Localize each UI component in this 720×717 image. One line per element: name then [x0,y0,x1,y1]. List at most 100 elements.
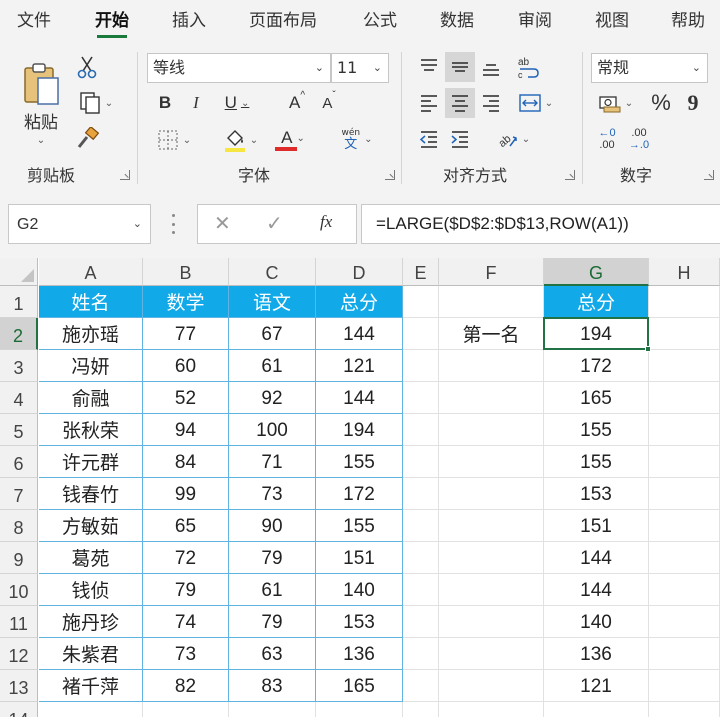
table-cell[interactable]: 151 [316,542,403,574]
align-left-button[interactable] [414,88,444,118]
row-header-14[interactable]: 14 [0,702,38,717]
align-top-button[interactable] [414,52,444,82]
cell-e9[interactable] [403,542,439,574]
cut-button[interactable] [72,52,102,82]
table-header-cell[interactable]: 语文 [229,286,316,318]
row-header-8[interactable]: 8 [0,510,38,542]
cell-f1[interactable] [439,286,544,318]
cell-f8[interactable] [439,510,544,542]
column-header-f[interactable]: F [439,258,544,286]
table-cell[interactable]: 79 [143,574,229,606]
result-cell[interactable]: 155 [544,446,649,478]
column-header-h[interactable]: H [649,258,720,286]
table-cell[interactable]: 褚千萍 [39,670,143,702]
table-cell[interactable]: 144 [316,382,403,414]
column-header-c[interactable]: C [229,258,316,286]
column-header-b[interactable]: B [143,258,229,286]
table-cell[interactable]: 79 [229,606,316,638]
cell-e12[interactable] [403,638,439,670]
row-header-6[interactable]: 6 [0,446,38,478]
cell-f9[interactable] [439,542,544,574]
table-cell[interactable]: 84 [143,446,229,478]
table-cell[interactable]: 92 [229,382,316,414]
align-middle-button[interactable] [445,52,475,82]
cell-h1[interactable] [649,286,720,318]
bold-button[interactable]: B [152,90,178,116]
cell-e8[interactable] [403,510,439,542]
result-cell[interactable]: 151 [544,510,649,542]
table-cell[interactable]: 钱侦 [39,574,143,606]
cell-e5[interactable] [403,414,439,446]
result-cell[interactable]: 172 [544,350,649,382]
table-cell[interactable]: 冯妍 [39,350,143,382]
cell-e7[interactable] [403,478,439,510]
row-header-7[interactable]: 7 [0,478,38,510]
tab-review[interactable]: 审阅 [518,0,552,40]
decrease-decimal-button[interactable]: .00 →.0 [624,124,654,154]
table-cell[interactable]: 52 [143,382,229,414]
decrease-indent-button[interactable] [414,124,444,154]
cell-f4[interactable] [439,382,544,414]
cell-h7[interactable] [649,478,720,510]
table-cell[interactable]: 张秋荣 [39,414,143,446]
table-cell[interactable]: 100 [229,414,316,446]
tab-file[interactable]: 文件 [17,0,51,40]
result-cell[interactable]: 153 [544,478,649,510]
row-header-2[interactable]: 2 [0,318,38,350]
table-cell[interactable]: 60 [143,350,229,382]
cell-b14[interactable] [143,702,229,717]
row-header-3[interactable]: 3 [0,350,38,382]
cell-e1[interactable] [403,286,439,318]
result-cell[interactable]: 136 [544,638,649,670]
copy-button[interactable]: ⌄ [72,88,120,118]
table-cell[interactable]: 74 [143,606,229,638]
cell-h2[interactable] [649,318,720,350]
formula-input[interactable]: =LARGE($D$2:$D$13,ROW(A1)) [361,204,720,244]
table-cell[interactable]: 77 [143,318,229,350]
table-cell[interactable]: 朱紫君 [39,638,143,670]
cell-h9[interactable] [649,542,720,574]
tab-help[interactable]: 帮助 [671,0,705,40]
table-header-cell[interactable]: 姓名 [39,286,143,318]
increase-indent-button[interactable] [445,124,475,154]
italic-button[interactable]: I [183,90,209,116]
table-cell[interactable]: 94 [143,414,229,446]
table-cell[interactable]: 140 [316,574,403,606]
column-header-e[interactable]: E [403,258,439,286]
table-cell[interactable]: 73 [229,478,316,510]
cell-e4[interactable] [403,382,439,414]
tab-data[interactable]: 数据 [440,0,474,40]
cell-e11[interactable] [403,606,439,638]
cell-f7[interactable] [439,478,544,510]
table-cell[interactable]: 99 [143,478,229,510]
table-cell[interactable]: 121 [316,350,403,382]
cell-g14[interactable] [544,702,649,717]
row-header-5[interactable]: 5 [0,414,38,446]
row-header-10[interactable]: 10 [0,574,38,606]
name-box[interactable]: G2 ⌄ [8,204,151,244]
table-cell[interactable]: 63 [229,638,316,670]
insert-function-icon[interactable]: fx [320,212,332,232]
clipboard-launcher-icon[interactable] [120,170,130,180]
table-cell[interactable]: 82 [143,670,229,702]
cell-e3[interactable] [403,350,439,382]
cell-h13[interactable] [649,670,720,702]
table-header-cell[interactable]: 数学 [143,286,229,318]
number-format-select[interactable]: 常规 ⌄ [591,53,708,83]
decrease-font-size-button[interactable]: Aˇ [316,90,342,116]
phonetic-guide-button[interactable]: wén 文 ⌄ [334,124,380,154]
tab-insert[interactable]: 插入 [172,0,206,40]
table-cell[interactable]: 194 [316,414,403,446]
cancel-icon[interactable]: ✕ [214,211,231,235]
table-cell[interactable]: 钱春竹 [39,478,143,510]
cell-f13[interactable] [439,670,544,702]
cell-f3[interactable] [439,350,544,382]
table-cell[interactable]: 79 [229,542,316,574]
rank-label-cell[interactable]: 第一名 [439,318,544,350]
format-painter-button[interactable] [72,124,102,154]
cell-f14[interactable] [439,702,544,717]
cell-f12[interactable] [439,638,544,670]
table-cell[interactable]: 许元群 [39,446,143,478]
result-cell[interactable]: 155 [544,414,649,446]
font-name-select[interactable]: 等线 ⌄ [147,53,331,83]
